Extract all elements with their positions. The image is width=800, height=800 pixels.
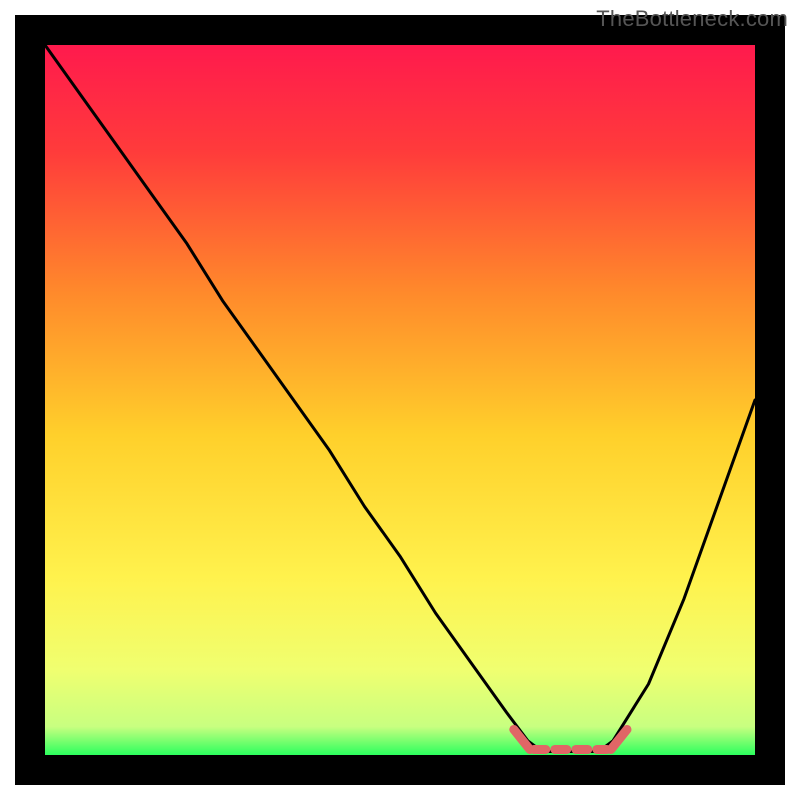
chart-svg <box>0 0 800 800</box>
plot-background <box>45 45 755 755</box>
bottleneck-chart: TheBottleneck.com <box>0 0 800 800</box>
watermark-text: TheBottleneck.com <box>596 6 788 32</box>
